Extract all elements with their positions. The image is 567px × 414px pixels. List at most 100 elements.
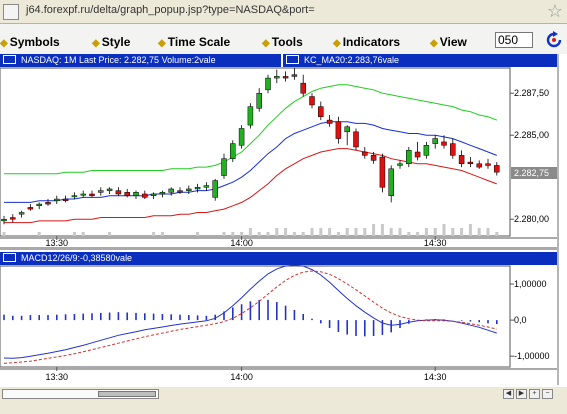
zoom-in-icon[interactable]: + [529,389,540,399]
down-candle [414,151,421,158]
menu-bullet-icon: ◆ [333,38,341,49]
up-candle [432,138,438,144]
down-candle [485,163,491,166]
scrollbar-thumb[interactable] [98,391,156,397]
url-text[interactable]: j64.forexpf.ru/delta/graph_popup.jsp?typ… [26,4,315,16]
volume-bar [292,232,296,236]
macd-x-tick-label: 13:30 [46,372,69,382]
volume-bar [433,228,437,236]
up-candle [238,128,245,146]
price-x-tick-label: 14:30 [424,238,447,248]
macd-y-tick-label: 1,00000 [514,279,547,289]
up-candle [388,168,394,196]
up-candle [98,190,104,193]
volume-bar [424,228,428,236]
panel-divider [0,247,557,250]
price-chart[interactable]: 2.287,50 2.285,00 2.280,00 2.282,75 13:30 14:… [0,54,557,250]
volume-bar [196,232,200,236]
up-candle [71,195,78,198]
volume-bar [468,224,472,236]
scroll-left-icon[interactable]: ◀ [503,389,514,399]
volume-bar [160,232,164,236]
menu-view[interactable]: ◆ View [430,35,467,49]
scroll-right-icon[interactable]: ▶ [516,389,527,399]
macd-plot-area [0,265,511,368]
up-candle [247,106,254,126]
price-y-tick-label: 2.280,00 [514,214,549,224]
volume-bar [416,232,420,236]
down-candle [335,121,342,139]
price-y-tick-label: 2.287,50 [514,88,549,98]
down-candle [291,74,298,77]
volume-bar [266,232,270,236]
up-candle [274,76,280,79]
volume-bar [2,232,6,236]
down-candle [309,96,315,106]
price-chart-panel: NASDAQ: 1M Last Price: 2.282,75 Volume:2… [0,54,557,250]
volume-bar [310,228,314,236]
volume-bar [248,228,252,236]
down-candle [476,163,482,168]
volume-bar [407,232,411,236]
menu-symbols[interactable]: ◆ Symbols [0,35,60,49]
menu-bullet-icon: ◆ [262,38,270,49]
up-candle [203,185,210,188]
macd-y-tick-label: 0,0 [514,315,527,325]
volume-bar [345,228,349,236]
volume-bar [460,228,464,236]
volume-bar [372,224,376,236]
down-candle [177,190,183,193]
volume-bar [398,228,402,236]
macd-chart[interactable]: 1,00000 0,0 -1,00000 13:30 14:00 14:30 [0,252,557,383]
macd-chart-panel: MACD12/26/9:-0,38580vale 1,00000 0,0 -1,00… [0,252,557,383]
up-candle [397,163,403,166]
volume-bar [275,228,279,236]
up-candle [159,192,166,195]
down-candle [115,190,122,195]
volume-bar [301,232,305,236]
up-candle [212,180,218,198]
macd-x-tick-label: 14:30 [424,372,447,382]
volume-bar [152,232,156,236]
volume-bar [442,224,446,236]
volume-bar [72,232,76,236]
down-candle [467,161,474,165]
up-candle [221,158,227,176]
price-y-tick-label: 2.285,00 [514,130,549,140]
down-candle [142,193,148,198]
menu-style[interactable]: ◆ Style [92,35,130,49]
up-candle [168,188,174,193]
down-candle [300,82,306,94]
volume-bar [380,224,384,236]
down-candle [326,119,333,124]
zoom-out-icon[interactable]: − [542,389,553,399]
menu-bullet-icon: ◆ [0,38,8,49]
volume-bar [231,232,235,236]
refresh-icon[interactable] [544,30,564,50]
volume-bar [477,228,481,236]
up-candle [54,198,60,201]
macd-y-tick-label: -1,00000 [514,351,550,361]
volume-bar [328,228,332,236]
down-candle [45,202,51,205]
up-candle [106,188,113,191]
up-candle [344,126,350,133]
period-input[interactable] [495,32,533,48]
down-candle [494,165,500,173]
up-candle [265,77,271,91]
volume-bar [495,232,499,236]
volume-bar [240,232,244,236]
volume-bar [81,232,85,236]
down-candle [370,155,377,161]
right-border [557,54,559,385]
down-candle [353,131,359,148]
price-plot-area [0,67,511,237]
up-candle [423,145,430,156]
price-x-tick-label: 14:00 [230,238,253,248]
up-candle [36,203,42,207]
volume-bar [108,232,112,236]
bookmark-star-icon[interactable]: ☆ [547,0,563,22]
menu-tools[interactable]: ◆ Tools [262,35,303,49]
menu-time-scale[interactable]: ◆ Time Scale [158,35,230,49]
menu-indicators[interactable]: ◆ Indicators [333,35,400,49]
